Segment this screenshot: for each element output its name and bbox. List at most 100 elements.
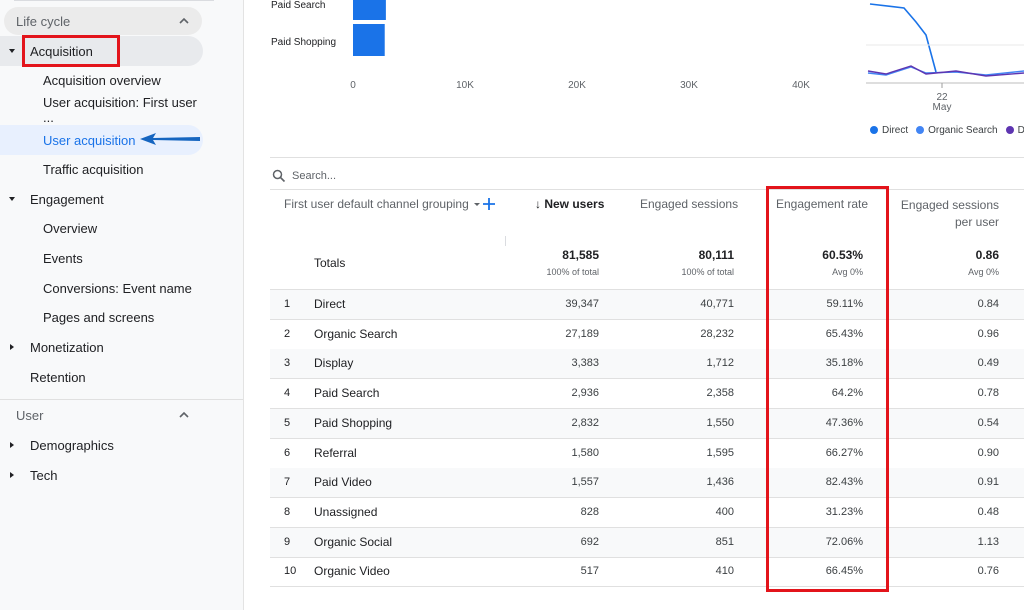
bar-paid-search[interactable] — [353, 0, 386, 20]
chart-series-display — [867, 65, 1024, 77]
sidebar-item-events[interactable]: Events — [0, 243, 203, 273]
new-users-value: 1,557 — [571, 476, 599, 489]
legend-label: Direct — [882, 124, 909, 136]
channel-name[interactable]: Display — [314, 349, 353, 378]
sidebar-item-demographics[interactable]: Demographics — [0, 430, 203, 460]
totals-per-user-sub: Avg 0% — [968, 267, 999, 277]
new-users-value: 2,832 — [571, 416, 599, 429]
engaged-sessions-value: 2,358 — [706, 387, 734, 400]
table-row[interactable]: 4 Paid Search 2,936 2,358 64.2% 0.78 — [270, 379, 1024, 410]
legend-label: Di — [1017, 124, 1024, 136]
sidebar-item-label: Tech — [30, 467, 58, 483]
caret-right-icon — [10, 442, 14, 448]
new-users-value: 1,580 — [571, 446, 599, 459]
search-input[interactable] — [292, 167, 592, 185]
caret-down-icon — [9, 197, 15, 201]
row-index: 7 — [284, 476, 291, 489]
row-index: 3 — [284, 357, 291, 370]
totals-new-users-sub: 100% of total — [546, 267, 599, 277]
col-header-engaged-sessions[interactable]: Engaged sessions — [640, 197, 738, 211]
table-row[interactable]: 2 Organic Search 27,189 28,232 65.43% 0.96 — [270, 320, 1024, 350]
per-user-value: 0.78 — [977, 387, 999, 400]
per-user-value: 0.54 — [977, 416, 999, 429]
sidebar-item-traffic-acquisition[interactable]: Traffic acquisition — [0, 154, 203, 184]
add-dimension-icon[interactable] — [481, 196, 497, 212]
legend-dot — [916, 126, 925, 134]
bar-category-label: Paid Search — [271, 0, 325, 11]
sort-desc-icon[interactable]: ↓ — [535, 197, 541, 211]
channel-name[interactable]: Organic Social — [314, 528, 392, 557]
table-row[interactable]: 1 Direct 39,347 40,771 59.11% 0.84 — [270, 290, 1024, 320]
legend-dot — [1005, 126, 1014, 134]
engagement-rate-highlight-box — [766, 186, 889, 592]
sidebar-item-pages-and-screens[interactable]: Pages and screens — [0, 302, 203, 332]
chevron-up-icon[interactable] — [176, 13, 192, 29]
sidebar-item-user-acquisition-first-user[interactable]: User acquisition: First user ... — [0, 95, 203, 125]
new-users-value: 39,347 — [565, 298, 599, 310]
x-tick-label: 10K — [456, 80, 474, 91]
sidebar-item-label: Engagement — [30, 191, 104, 207]
bar-paid-shopping[interactable] — [353, 24, 385, 56]
dimension-column-header[interactable]: First user default channel grouping — [284, 197, 482, 211]
bar-chart: Paid Search Paid Shopping 0 10K 20K 30K 40K — [271, 0, 810, 91]
chevron-up-icon[interactable] — [176, 407, 192, 423]
sidebar-item-conversions[interactable]: Conversions: Event name — [0, 273, 203, 303]
sidebar-item-monetization[interactable]: Monetization — [0, 332, 203, 362]
sidebar-item-label: Traffic acquisition — [43, 161, 144, 177]
section-life-cycle[interactable]: Life cycle — [4, 7, 202, 35]
sidebar-top-divider — [14, 0, 214, 1]
legend-dot — [870, 126, 878, 134]
sidebar-item-retention[interactable]: Retention — [0, 362, 203, 392]
channel-name[interactable]: Organic Video — [314, 557, 390, 586]
col-header-engaged-sessions-per-user[interactable]: Engaged sessions per user — [895, 197, 999, 231]
table-row[interactable]: 10 Organic Video 517 410 66.45% 0.76 — [270, 557, 1024, 588]
legend-item-display: Di — [1005, 123, 1024, 137]
x-tick-label: 30K — [680, 80, 698, 91]
channel-name[interactable]: Direct — [314, 290, 345, 319]
engaged-sessions-value: 1,550 — [706, 416, 734, 429]
sidebar-item-label: Monetization — [30, 339, 104, 355]
engaged-sessions-value: 410 — [715, 565, 734, 578]
row-index: 2 — [284, 327, 291, 340]
row-index: 1 — [284, 298, 291, 310]
row-index: 6 — [284, 446, 291, 459]
channel-name[interactable]: Paid Shopping — [314, 409, 392, 438]
channel-name[interactable]: Paid Video — [314, 468, 372, 497]
sidebar-item-overview[interactable]: Overview — [0, 213, 203, 243]
col-header-new-users[interactable]: ↓ New users — [535, 197, 604, 211]
sidebar: Life cycle Acquisition Acquisition overv… — [0, 0, 244, 610]
engaged-sessions-value: 1,712 — [706, 357, 734, 370]
totals-new-users: 81,585 — [562, 248, 599, 262]
sidebar-item-label: Demographics — [30, 437, 114, 453]
table-row[interactable]: 8 Unassigned 828 400 31.23% 0.48 — [270, 498, 1024, 528]
table-row[interactable]: 9 Organic Social 692 851 72.06% 1.13 — [270, 527, 1024, 558]
totals-per-user: 0.86 — [975, 248, 999, 262]
sidebar-item-label: User acquisition: First user ... — [43, 95, 197, 125]
section-user-label: User — [16, 407, 44, 423]
dimension-header-label: First user default channel grouping — [284, 197, 469, 211]
engaged-sessions-value: 40,771 — [700, 298, 734, 310]
channel-name[interactable]: Organic Search — [314, 320, 397, 349]
sidebar-item-engagement[interactable]: Engagement — [0, 184, 203, 214]
table-row[interactable]: 5 Paid Shopping 2,832 1,550 47.36% 0.54 — [270, 408, 1024, 439]
sidebar-item-acquisition-overview[interactable]: Acquisition overview — [0, 65, 203, 95]
col-header-label: Engaged sessions — [900, 198, 999, 212]
new-users-value: 517 — [580, 565, 599, 578]
per-user-value: 0.90 — [977, 446, 999, 459]
channel-name[interactable]: Paid Search — [314, 379, 379, 408]
engaged-sessions-value: 400 — [715, 505, 734, 518]
table-row[interactable]: 3 Display 3,383 1,712 35.18% 0.49 — [270, 349, 1024, 380]
section-user[interactable]: User — [4, 401, 202, 429]
row-index: 10 — [284, 565, 297, 578]
chart-series-organic-search — [867, 66, 1024, 76]
table-row[interactable]: 7 Paid Video 1,557 1,436 82.43% 0.91 — [270, 468, 1024, 499]
table-row[interactable]: 6 Referral 1,580 1,595 66.27% 0.90 — [270, 439, 1024, 469]
pointer-arrow-icon — [140, 133, 200, 145]
channel-name[interactable]: Unassigned — [314, 498, 377, 527]
channel-name[interactable]: Referral — [314, 439, 357, 468]
section-life-cycle-label: Life cycle — [16, 13, 71, 29]
sidebar-item-tech[interactable]: Tech — [0, 460, 203, 490]
new-users-value: 3,383 — [571, 357, 599, 370]
new-users-value: 828 — [580, 505, 599, 518]
per-user-value: 0.49 — [977, 357, 999, 370]
